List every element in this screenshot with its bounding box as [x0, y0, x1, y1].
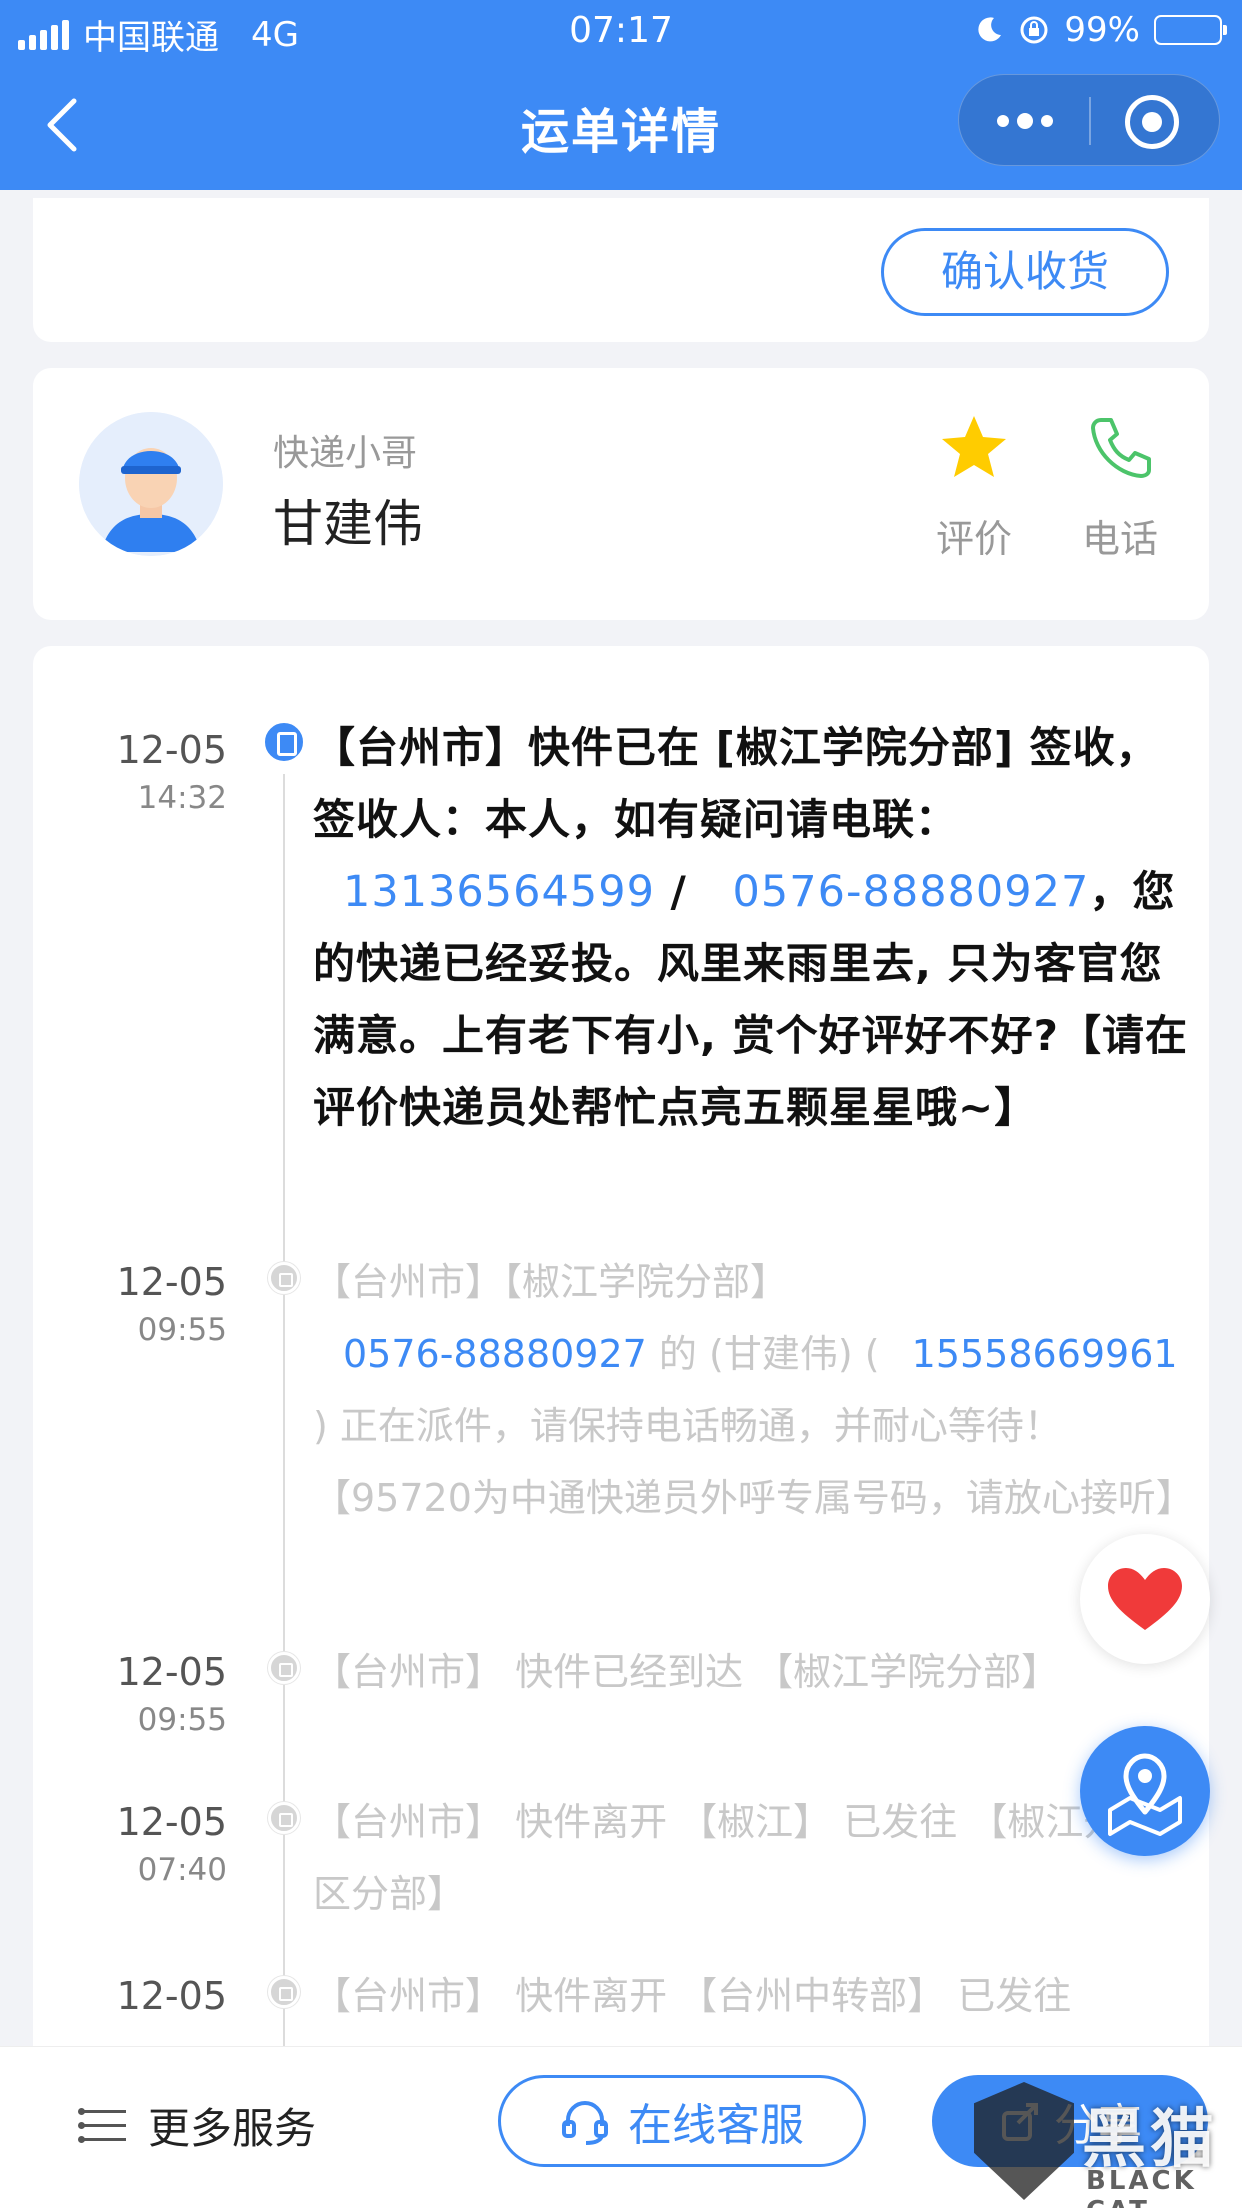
courier-card: 快递小哥 甘建伟 评价 电话	[33, 368, 1209, 620]
more-services-label: 更多服务	[148, 2104, 317, 2153]
event-date: 12-05	[116, 1800, 227, 1844]
phone-link[interactable]: 0576-88880927	[343, 1332, 647, 1376]
list-icon	[78, 2107, 126, 2144]
courier-name: 甘建伟	[273, 495, 423, 553]
more-dots-icon[interactable]	[985, 97, 1065, 145]
like-button[interactable]	[1080, 1534, 1210, 1664]
event-date: 12-05	[116, 1650, 227, 1694]
phone-label: 电话	[1081, 517, 1158, 561]
blackcat-watermark: 黑猫 BLACK CAT	[964, 2082, 1242, 2208]
event-time: 09:55	[137, 1312, 227, 1348]
heart-icon	[1108, 1568, 1182, 1630]
event-date: 12-05	[116, 1974, 227, 2018]
phone-link[interactable]: 15558669961	[912, 1332, 1178, 1376]
event-text-part: ) 正在派件，请保持电话畅通，并耐心等待！【95720为中通快递员外呼专属号码，…	[313, 1404, 1194, 1520]
close-target-icon[interactable]	[1125, 95, 1179, 149]
phone-icon	[1091, 418, 1151, 478]
rotation-lock-icon	[1020, 16, 1048, 44]
event-date: 12-05	[116, 1260, 227, 1304]
online-service-button[interactable]: 在线客服	[498, 2075, 866, 2167]
map-location-button[interactable]	[1080, 1726, 1210, 1856]
order-action-card: 确认收货	[33, 198, 1209, 342]
event-text-part: 的 (甘建伟) (	[646, 1332, 892, 1376]
headset-icon	[562, 2101, 608, 2145]
event-text-part: 【台州市】【椒江学院分部】	[313, 1260, 789, 1304]
tracking-timeline: 12-05 14:32 【台州市】快件已在 [椒江学院分部] 签收，签收人：本人…	[33, 646, 1209, 2104]
event-text-part: 【台州市】快件已在 [椒江学院分部] 签收，签收人：本人，如有疑问请电联：	[313, 723, 1159, 844]
event-date: 12-05	[116, 728, 227, 772]
status-bar: 中国联通 4G 07:17 99%	[0, 0, 1242, 62]
courier-avatar	[79, 412, 223, 556]
battery-percent: 99%	[1064, 10, 1140, 50]
more-services-button[interactable]: 更多服务	[78, 2095, 317, 2156]
rate-courier-button[interactable]: 评价	[919, 412, 1029, 563]
event-text: 【台州市】【椒江学院分部】 0576-88880927 的 (甘建伟) ( 15…	[313, 1246, 1194, 1534]
miniapp-capsule	[958, 74, 1220, 166]
rate-label: 评价	[935, 517, 1012, 561]
dispatch-status-icon	[268, 1262, 300, 1294]
transit-status-icon	[268, 1802, 300, 1834]
transit-status-icon	[268, 1976, 300, 2008]
watermark-en: BLACK CAT	[1086, 2166, 1197, 2208]
event-time: 09:55	[137, 1702, 227, 1738]
event-text: 【台州市】快件已在 [椒江学院分部] 签收，签收人：本人，如有疑问请电联： 13…	[313, 712, 1193, 1144]
cat-shield-logo	[974, 2082, 1074, 2200]
call-courier-button[interactable]: 电话	[1065, 412, 1175, 563]
separator: /	[654, 867, 703, 916]
battery-icon	[1154, 15, 1227, 45]
signed-status-icon	[262, 720, 306, 764]
event-time: 14:32	[137, 780, 227, 816]
header: 中国联通 4G 07:17 99% 运单详情	[0, 0, 1242, 190]
location-pin-icon	[1108, 1753, 1182, 1836]
online-service-label: 在线客服	[628, 2100, 804, 2151]
event-text: 【台州市】 快件离开 【台州中转部】 已发往	[313, 1974, 1072, 2018]
arrival-status-icon	[268, 1652, 300, 1684]
timeline-line	[283, 774, 285, 2104]
phone-link[interactable]: 0576-88880927	[733, 867, 1090, 917]
event-text: 【台州市】 快件离开 【椒江】 已发往 【椒江开发区分部】	[313, 1800, 1160, 1916]
phone-link[interactable]: 13136564599	[343, 867, 655, 917]
moon-icon	[978, 17, 1002, 42]
confirm-receipt-button[interactable]: 确认收货	[881, 228, 1169, 316]
courier-role-label: 快递小哥	[273, 433, 418, 474]
star-icon	[942, 416, 1006, 477]
event-text: 【台州市】 快件已经到达 【椒江学院分部】	[313, 1650, 1060, 1694]
event-time: 07:40	[137, 1852, 227, 1888]
